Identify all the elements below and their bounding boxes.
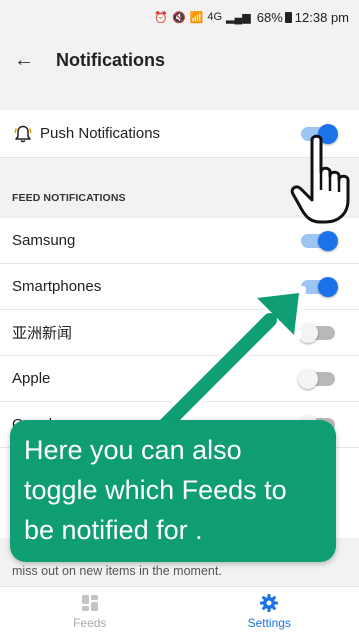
mute-icon: 🔇 — [171, 11, 186, 24]
page-title: Notifications — [56, 49, 166, 70]
tutorial-tooltip-text: Here you can also toggle which Feeds to … — [24, 435, 287, 545]
feed-toggle-smartphones[interactable] — [301, 277, 338, 297]
feed-toggle-samsung[interactable] — [301, 231, 338, 251]
feed-label: Smartphones — [12, 278, 102, 295]
nav-feeds-label: Feeds — [73, 615, 107, 630]
nav-feeds[interactable]: Feeds — [0, 587, 180, 635]
back-button[interactable]: ← — [2, 34, 46, 86]
bell-icon — [12, 123, 34, 145]
feed-toggle-asia-news[interactable] — [298, 323, 335, 343]
hand-pointer-icon — [290, 134, 350, 224]
section-gap — [0, 86, 359, 110]
nav-settings[interactable]: Settings — [180, 587, 359, 635]
bottom-nav: Feeds Settings — [0, 586, 359, 635]
alarm-icon: ⏰ — [154, 11, 168, 24]
feed-row-smartphones[interactable]: Smartphones — [0, 264, 359, 310]
footer-note: miss out on new items in the moment. — [12, 564, 222, 578]
feed-row-samsung[interactable]: Samsung — [0, 218, 359, 264]
app-bar: ← Notifications — [0, 34, 359, 86]
network-type: 4G — [207, 11, 223, 23]
feed-label: Samsung — [12, 232, 76, 249]
status-icons: ⏰ 🔇 📶 4G ▂▄▆ — [154, 11, 251, 24]
wifi-icon: 📶 — [189, 11, 204, 24]
feed-row-apple[interactable]: Apple — [0, 356, 359, 402]
feed-toggle-apple[interactable] — [298, 369, 335, 389]
feed-row-asia-news[interactable]: 亚洲新闻 — [0, 310, 359, 356]
arrow-left-icon: ← — [14, 48, 34, 71]
nav-settings-label: Settings — [247, 615, 291, 630]
tutorial-tooltip[interactable]: Here you can also toggle which Feeds to … — [10, 420, 336, 562]
battery-icon — [284, 11, 292, 23]
status-bar: ⏰ 🔇 📶 4G ▂▄▆ 68% 12:38 pm — [0, 0, 359, 34]
battery-percent: 68% — [256, 9, 283, 25]
gear-icon — [259, 593, 279, 613]
feed-label: 亚洲新闻 — [12, 325, 73, 342]
signal-icon: ▂▄▆ — [226, 11, 251, 24]
section-header-label: FEED NOTIFICATIONS — [12, 192, 126, 204]
clock: 12:38 pm — [294, 9, 349, 25]
feeds-icon — [80, 593, 100, 613]
push-notifications-label: Push Notifications — [40, 125, 161, 142]
feed-label: Apple — [12, 370, 51, 387]
